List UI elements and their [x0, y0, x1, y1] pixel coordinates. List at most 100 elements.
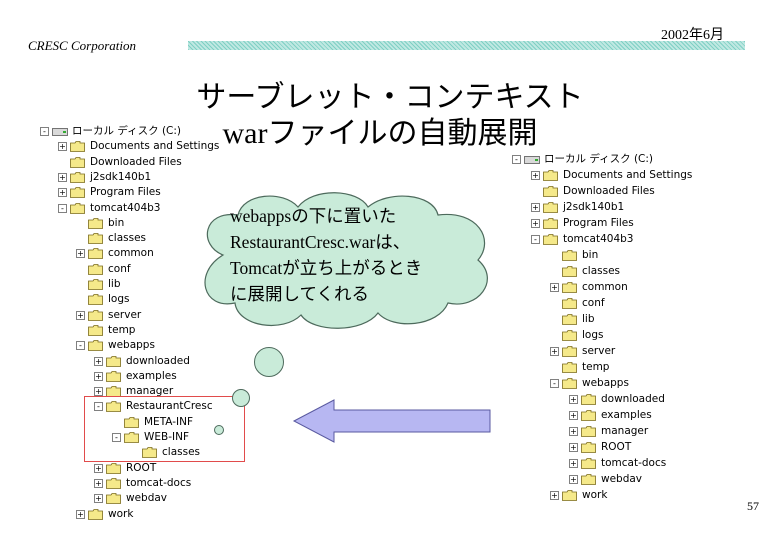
tree-node-label: temp [582, 361, 610, 373]
tree-node-label: webdav [601, 473, 643, 485]
collapse-icon[interactable]: - [40, 127, 49, 136]
folder-icon [543, 234, 558, 250]
folder-icon [88, 309, 103, 326]
folder-icon [106, 462, 121, 479]
tree-node-label: work [108, 507, 134, 520]
expand-icon[interactable]: + [569, 443, 578, 452]
callout-text: webappsの下に置いた RestaurantCresc.warは、 Tomc… [230, 203, 500, 307]
collapse-icon[interactable]: - [531, 235, 540, 244]
callout-line: に展開してくれる [230, 284, 369, 304]
folder-icon [106, 370, 121, 387]
expand-icon[interactable]: + [94, 463, 103, 473]
expand-icon[interactable]: + [531, 219, 540, 228]
folder-icon [70, 141, 85, 157]
folder-icon [88, 233, 103, 249]
folder-icon [581, 426, 596, 442]
expand-icon[interactable]: + [76, 509, 85, 519]
tree-node-label: classes [108, 232, 146, 245]
expand-icon[interactable]: + [94, 371, 103, 381]
header-decoration-bar [188, 41, 745, 50]
folder-icon [88, 508, 103, 525]
tree-node-label: downloaded [126, 354, 190, 367]
tree-node-label: common [582, 281, 628, 293]
folder-icon [88, 248, 103, 264]
collapse-icon[interactable]: - [512, 155, 521, 164]
expand-icon[interactable]: + [531, 203, 540, 212]
folder-icon [543, 202, 558, 218]
expand-icon[interactable]: + [531, 171, 540, 180]
expand-icon[interactable]: + [58, 188, 67, 198]
tree-node-label: lib [108, 278, 121, 290]
tree-node-label: temp [108, 323, 136, 336]
tree-node-label: examples [601, 409, 652, 421]
tree-node-label: ROOT [601, 441, 632, 453]
expand-icon[interactable]: + [76, 310, 85, 320]
explorer-tree-after: - ローカル ディスク (C:) + Documents and Settings Do… [510, 152, 710, 512]
expand-icon[interactable]: + [569, 459, 578, 468]
expand-icon[interactable]: + [94, 387, 103, 397]
tree-node-label: classes [582, 265, 620, 277]
expand-icon[interactable]: + [550, 347, 559, 356]
folder-icon [70, 202, 85, 219]
tree-node-label: j2sdk140b1 [563, 201, 625, 213]
folder-icon [543, 218, 558, 234]
folder-icon [562, 346, 577, 362]
thought-bubble-small [214, 425, 224, 435]
folder-icon [562, 330, 577, 346]
tree-node-label: ローカル ディスク (C:) [544, 153, 654, 165]
tree-node-label: server [582, 345, 616, 357]
folder-icon [106, 477, 121, 494]
tree-node-label: bin [108, 216, 125, 229]
expand-icon[interactable]: + [94, 494, 103, 504]
collapse-icon[interactable]: - [76, 341, 85, 351]
folder-icon [88, 263, 103, 280]
folder-icon [106, 355, 121, 372]
folder-icon [581, 442, 596, 458]
page-number: 57 [747, 499, 759, 513]
callout-line: webappsの下に置いた [230, 206, 397, 226]
collapse-icon[interactable]: - [58, 203, 67, 213]
expand-icon[interactable]: + [569, 475, 578, 484]
expand-icon[interactable]: + [76, 249, 85, 259]
folder-icon [562, 378, 577, 394]
tree-node-label: webapps [582, 377, 629, 389]
tree-node-label: server [108, 308, 142, 321]
folder-icon [543, 186, 558, 202]
expand-icon[interactable]: + [58, 142, 67, 152]
folder-icon [88, 340, 103, 356]
folder-icon [562, 314, 577, 330]
tree-node-label: downloaded [601, 393, 665, 405]
tree-node-label: tomcat-docs [126, 476, 192, 489]
tree-node-label: webdav [126, 492, 168, 505]
folder-icon [562, 266, 577, 282]
tree-node-label: conf [108, 262, 131, 275]
tree-node-label: bin [582, 249, 599, 261]
tree-node-label: logs [582, 329, 604, 341]
tree-node-label: Documents and Settings [90, 140, 220, 153]
expand-icon[interactable]: + [58, 172, 67, 182]
callout-line: RestaurantCresc.warは、 [230, 232, 411, 252]
thought-bubble-medium [232, 389, 250, 407]
expand-icon[interactable]: + [94, 356, 103, 366]
folder-icon [88, 217, 103, 234]
slide-title-line1: サーブレット・コンテキスト [196, 81, 584, 114]
folder-icon [581, 394, 596, 410]
folder-icon [543, 170, 558, 186]
folder-icon [70, 171, 85, 188]
tree-node-label: tomcat404b3 [90, 201, 161, 214]
collapse-icon[interactable]: - [550, 379, 559, 388]
expand-icon[interactable]: + [550, 283, 559, 292]
folder-icon [562, 250, 577, 266]
tree-node-label: Program Files [90, 186, 161, 199]
folder-icon [88, 324, 103, 341]
tree-node-label: Downloaded Files [563, 185, 655, 197]
tree-node-label: Downloaded Files [90, 155, 182, 168]
tree-node-label: tomcat404b3 [563, 233, 634, 245]
tree-node-label: logs [108, 293, 130, 306]
expand-icon[interactable]: + [569, 395, 578, 404]
expand-icon[interactable]: + [569, 427, 578, 436]
expand-icon[interactable]: + [550, 491, 559, 500]
expand-icon[interactable]: + [94, 478, 103, 488]
expand-icon[interactable]: + [569, 411, 578, 420]
tree-node-label: common [108, 247, 154, 260]
